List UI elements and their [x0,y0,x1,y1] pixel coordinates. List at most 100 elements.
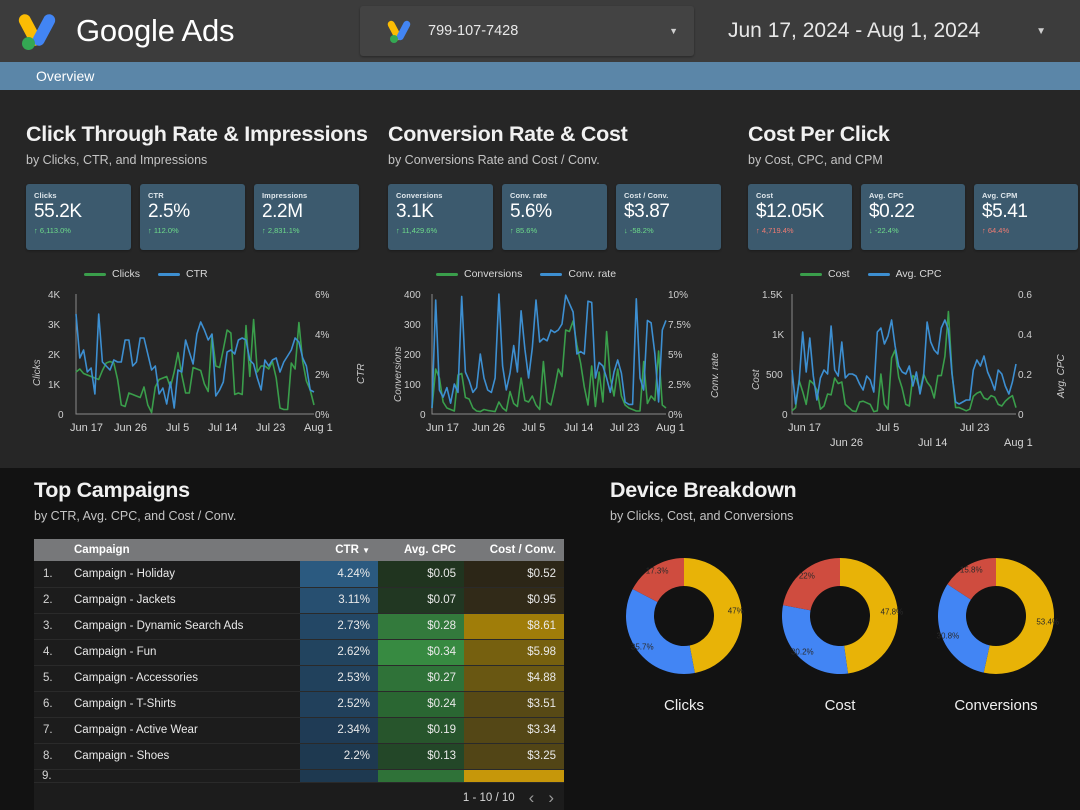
cell-index: 2. [34,587,66,614]
series-conv-rate [431,293,667,409]
donut-slice-label: 30.8% [936,631,960,641]
cell-avg-cpc: $0.05 [378,561,464,588]
table-row[interactable]: 1. Campaign - Holiday 4.24% $0.05 $0.52 [34,561,564,588]
col-cost-conv[interactable]: Cost / Conv. [464,539,564,561]
x-tick: Jul 14 [564,422,594,434]
donut-chart[interactable]: 47% 35.7% 17.3% [617,549,751,683]
section-conversion-rate: Conversion Rate & Cost by Conversions Ra… [388,90,728,468]
cell-cost-conv: $0.95 [464,587,564,614]
tab-overview[interactable]: Overview [36,62,94,90]
cell-cost-conv: $3.51 [464,691,564,718]
scorecard-delta: ↓ -58.2% [624,226,654,235]
scorecard-avg-cpc[interactable]: Avg. CPC $0.22 ↓ -22.4% [861,184,965,250]
cell-cost-conv: $5.98 [464,639,564,666]
scorecard-conv-rate[interactable]: Conv. rate 5.6% ↑ 85.6% [502,184,607,250]
scorecard-impressions[interactable]: Impressions 2.2M ↑ 2,831.1% [254,184,359,250]
col-campaign[interactable]: Campaign [66,539,300,561]
cell-index: 1. [34,561,66,588]
donut-slice-label: 30.2% [790,647,814,657]
cell-ctr: 2.2% [300,743,378,770]
chevron-right-icon[interactable]: › [548,789,554,806]
series-avg-cpc [791,319,1017,405]
table-row[interactable]: 9. [34,769,564,783]
cell-avg-cpc: $0.07 [378,587,464,614]
cell-index: 7. [34,717,66,744]
donut-slice [783,558,840,611]
scorecard-delta: ↓ -22.4% [869,226,899,235]
sort-desc-icon: ▼ [362,546,370,555]
x-tick: Jul 14 [918,437,948,449]
x-tick: Aug 1 [304,422,333,434]
account-selector[interactable]: 799-107-7428 ▼ [360,6,694,56]
table-row[interactable]: 4. Campaign - Fun 2.62% $0.34 $5.98 [34,639,564,666]
table-row[interactable]: 5. Campaign - Accessories 2.53% $0.27 $4.88 [34,665,564,692]
section-title: Conversion Rate & Cost [388,122,628,146]
table-row[interactable]: 6. Campaign - T-Shirts 2.52% $0.24 $3.51 [34,691,564,718]
cell-campaign: Campaign - Dynamic Search Ads [66,613,300,640]
scorecard-avg-cpm[interactable]: Avg. CPM $5.41 ↑ 64.4% [974,184,1078,250]
scorecard-label: Avg. CPM [982,191,1018,200]
scorecard-delta: ↑ 6,113.0% [34,226,71,235]
cell-ctr: 2.52% [300,691,378,718]
cell-campaign: Campaign - Accessories [66,665,300,692]
donut-title: Clicks [664,697,704,714]
donut-slice-label: 17.3% [645,566,669,576]
cell-campaign: Campaign - Shoes [66,743,300,770]
donut-title: Conversions [954,697,1038,714]
device-breakdown-subtitle: by Clicks, Cost, and Conversions [610,509,794,523]
campaigns-table: Campaign CTR ▼ Avg. CPC Cost / Conv. 1. C… [34,539,564,783]
donut-clicks: 47% 35.7% 17.3% Clicks [610,549,758,714]
section-subtitle: by Cost, CPC, and CPM [748,153,883,167]
x-tick: Jul 23 [960,422,990,434]
x-tick: Aug 1 [1004,437,1033,449]
scorecard-label: Conversions [396,191,443,200]
scorecard-cost-per-conv[interactable]: Cost / Conv. $3.87 ↓ -58.2% [616,184,721,250]
scorecard-clicks[interactable]: Clicks 55.2K ↑ 6,113.0% [26,184,131,250]
legend-item-avg-cpc: Avg. CPC [867,268,942,280]
table-row[interactable]: 7. Campaign - Active Wear 2.34% $0.19 $3.34 [34,717,564,744]
cell-avg-cpc [378,769,464,783]
donut-chart[interactable]: 47.8% 30.2% 22% [773,549,907,683]
x-tick: Jun 26 [472,422,506,434]
donut-slice-label: 35.7% [630,642,654,652]
top-campaigns-title: Top Campaigns [34,478,190,502]
scorecard-value: $12.05K [756,201,824,222]
donut-slice-label: 47% [727,606,744,616]
cell-index: 3. [34,613,66,640]
top-campaigns-card: Top Campaigns by CTR, Avg. CPC, and Cost… [34,478,564,810]
table-body: 1. Campaign - Holiday 4.24% $0.05 $0.52 2. Cam… [34,561,564,783]
scorecard-conversions[interactable]: Conversions 3.1K ↑ 11,429.6% [388,184,493,250]
donut-cost: 47.8% 30.2% 22% Cost [766,549,914,714]
col-ctr[interactable]: CTR ▼ [300,539,378,561]
col-avg-cpc[interactable]: Avg. CPC [378,539,464,561]
scorecard-cost[interactable]: Cost $12.05K ↑ 4,719.4% [748,184,852,250]
date-range-selector[interactable]: Jun 17, 2024 - Aug 1, 2024 ▼ [715,10,1070,52]
scorecard-delta: ↑ 112.0% [148,226,179,235]
cell-ctr: 4.24% [300,561,378,588]
legend-label: Conv. rate [568,268,617,280]
table-row[interactable]: 2. Campaign - Jackets 3.11% $0.07 $0.95 [34,587,564,614]
donut-slice-label: 47.8% [880,607,904,617]
cell-cost-conv: $4.88 [464,665,564,692]
scorecard-label: Conv. rate [510,191,548,200]
device-breakdown-card: Device Breakdown by Clicks, Cost, and Co… [610,478,1070,714]
x-tick: Jun 26 [830,437,864,449]
section-title: Click Through Rate & Impressions [26,122,368,146]
scorecard-ctr[interactable]: CTR 2.5% ↑ 112.0% [140,184,245,250]
nav-strip: Overview [0,62,1080,90]
scorecard-delta: ↑ 2,831.1% [262,226,300,235]
table-row[interactable]: 8. Campaign - Shoes 2.2% $0.13 $3.25 [34,743,564,770]
x-tick: Jun 17 [70,422,104,434]
donut-slice-label: 53.4% [1036,617,1060,627]
donut-chart[interactable]: 53.4% 30.8% 15.8% [929,549,1063,683]
chevron-left-icon[interactable]: ‹ [529,789,535,806]
cell-index: 8. [34,743,66,770]
donut-slice-label: 15.8% [959,565,983,575]
table-row[interactable]: 3. Campaign - Dynamic Search Ads 2.73% $0.2… [34,613,564,640]
donut-title: Cost [824,697,856,714]
date-range-label: Jun 17, 2024 - Aug 1, 2024 [728,19,981,42]
cell-avg-cpc: $0.24 [378,691,464,718]
chart-legend: Conversions Conv. rate [388,268,728,280]
x-tick: Jun 17 [788,422,822,434]
device-breakdown-title: Device Breakdown [610,478,797,502]
